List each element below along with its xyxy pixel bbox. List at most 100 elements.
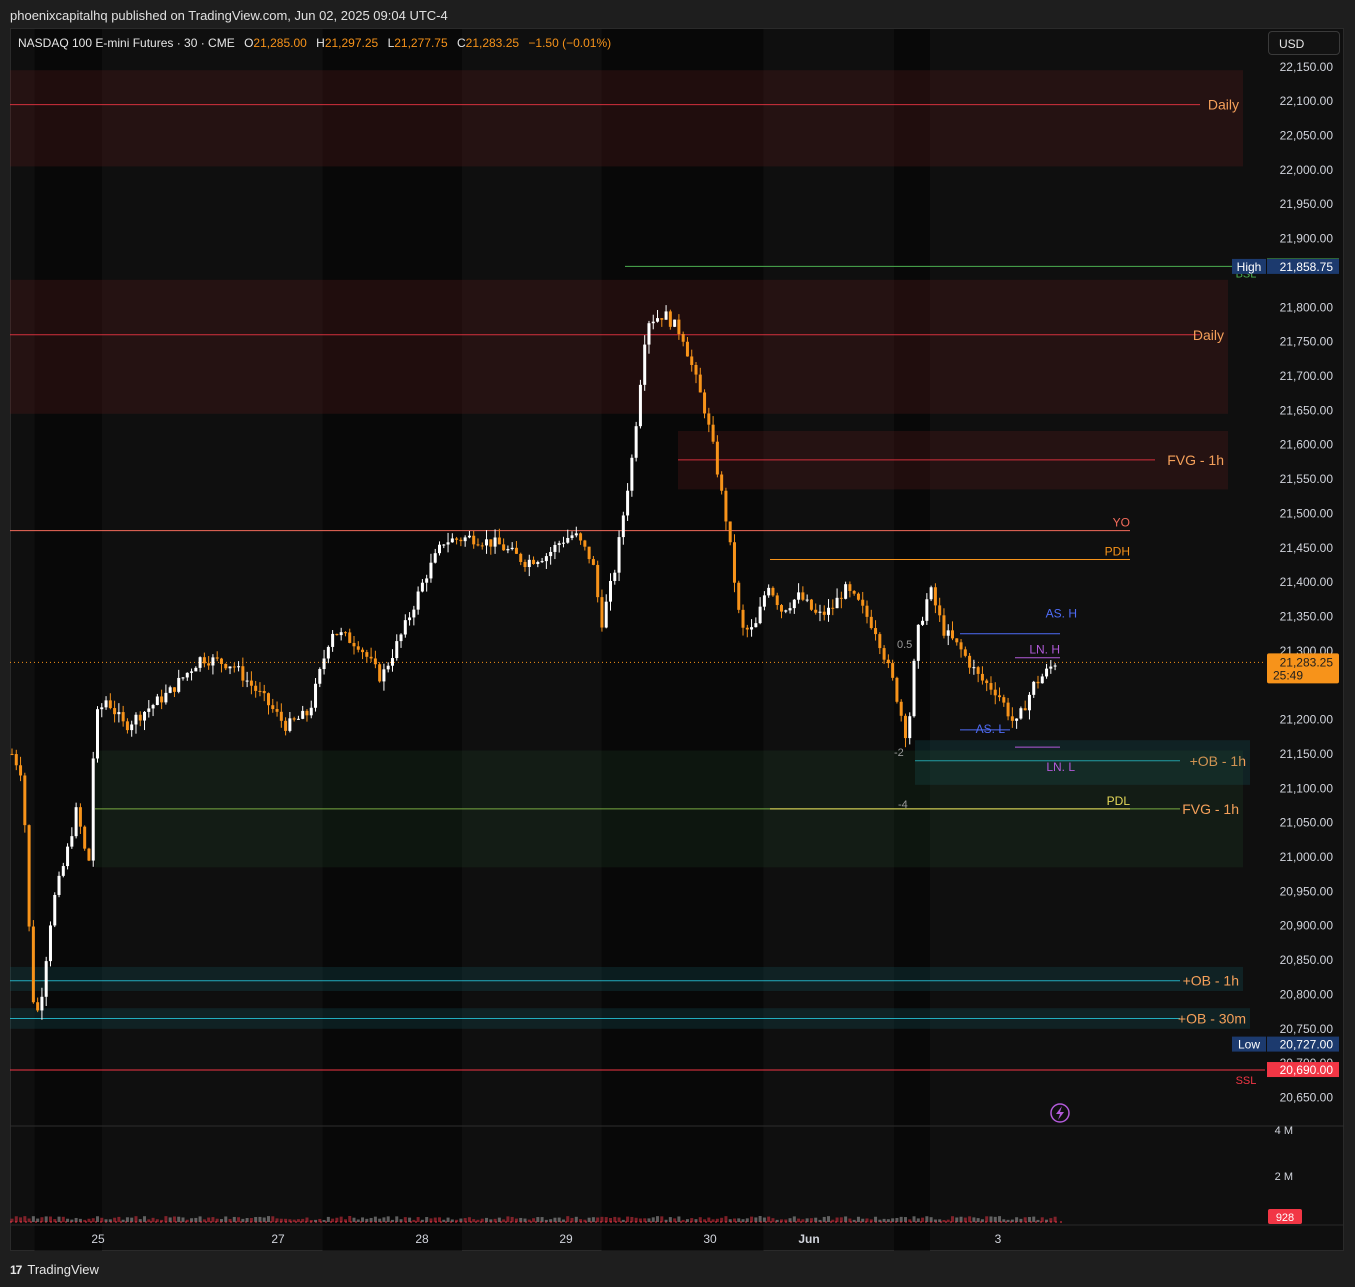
volume-bar <box>750 1216 754 1222</box>
volume-bar <box>245 1218 249 1222</box>
candle-body <box>583 540 587 547</box>
candle-body <box>523 561 527 568</box>
candle-body <box>1053 665 1057 667</box>
candle-body <box>664 311 668 320</box>
y-tick-label: 21,200.00 <box>1280 713 1334 727</box>
candle-body <box>728 521 732 543</box>
volume-bar <box>181 1217 185 1222</box>
volume-bar <box>788 1218 792 1222</box>
level-label: PDH <box>1105 544 1130 558</box>
volume-bar <box>386 1216 390 1222</box>
volume-tick-label: 2 M <box>1275 1171 1293 1183</box>
zone-box <box>10 279 1228 414</box>
candle-body <box>1006 702 1010 717</box>
candle-body <box>951 630 954 639</box>
candle-body <box>540 561 544 563</box>
volume-bar <box>510 1216 514 1222</box>
volume-bar <box>305 1217 309 1222</box>
volume-bar <box>382 1217 386 1222</box>
candle-body <box>1049 666 1053 669</box>
volume-bar <box>574 1216 578 1222</box>
y-tick-label: 21,400.00 <box>1280 575 1334 589</box>
y-tick-label: 21,550.00 <box>1280 472 1334 486</box>
candle-body <box>104 700 108 708</box>
volume-bar <box>711 1219 715 1222</box>
candle-body <box>292 718 296 720</box>
open-value: 21,285.00 <box>253 36 307 50</box>
candle-body <box>164 692 168 703</box>
candle-body <box>844 584 848 599</box>
y-tick-label: 21,900.00 <box>1280 232 1334 246</box>
candle-body <box>878 634 882 649</box>
candle-body <box>27 825 31 927</box>
candle-body <box>634 426 638 458</box>
candle-body <box>780 605 783 612</box>
candle-body <box>378 664 382 682</box>
volume-bar <box>604 1217 608 1222</box>
volume-bar <box>976 1218 980 1222</box>
volume-bar <box>916 1218 920 1222</box>
symbol-name[interactable]: NASDAQ 100 E-mini Futures · 30 · CME <box>18 36 235 50</box>
volume-bar <box>275 1218 279 1222</box>
candle-body <box>467 535 471 538</box>
volume-bar <box>429 1218 433 1222</box>
candle-body <box>271 705 275 710</box>
lightning-icon <box>1056 1106 1064 1120</box>
candle-body <box>976 667 980 674</box>
volume-bar <box>361 1217 365 1222</box>
volume-bar <box>224 1216 228 1222</box>
candle-body <box>955 638 959 643</box>
candle-body <box>929 587 933 600</box>
volume-bar <box>485 1217 489 1222</box>
candle-body <box>121 712 125 722</box>
volume-bar <box>40 1217 44 1222</box>
volume-bar <box>792 1216 796 1222</box>
candle-body <box>369 656 373 659</box>
x-tick-label: 3 <box>995 1232 1002 1246</box>
y-tick-label: 22,100.00 <box>1280 94 1334 108</box>
candle-body <box>66 846 70 867</box>
candle-body <box>96 709 99 759</box>
candle-body <box>113 708 117 715</box>
candle-body <box>861 599 865 606</box>
y-tick-label: 21,700.00 <box>1280 369 1334 383</box>
candle-body <box>874 628 878 635</box>
volume-bar <box>993 1216 997 1222</box>
candle-body <box>386 665 390 670</box>
candle-body <box>720 474 724 491</box>
candle-body <box>848 584 852 591</box>
volume-bar <box>643 1218 647 1222</box>
candle-body <box>801 592 805 600</box>
candle-body <box>130 724 134 731</box>
candle-body <box>331 633 335 647</box>
candle-body <box>1032 681 1036 695</box>
candle-body <box>519 553 523 562</box>
volume-bar <box>929 1217 933 1222</box>
candle-body <box>989 683 993 690</box>
volume-bar <box>100 1217 104 1222</box>
last-price-value: 21,283.25 <box>1280 655 1334 669</box>
volume-bar <box>989 1216 993 1222</box>
y-tick-label: 22,050.00 <box>1280 129 1334 143</box>
volume-bar <box>331 1218 335 1222</box>
volume-bar <box>523 1218 527 1222</box>
volume-bar <box>403 1217 407 1222</box>
candle-body <box>741 609 745 628</box>
volume-bar <box>121 1219 125 1222</box>
high-value: 21,297.25 <box>324 36 379 50</box>
price-chart[interactable]: Daily Daily FVG - 1h +OB - 1h FVG - 1h +OB - … <box>0 0 1355 1287</box>
candle-body <box>61 866 65 876</box>
low-value: 21,277.75 <box>394 36 448 50</box>
candle-body <box>609 580 612 602</box>
candle-body <box>656 318 660 322</box>
candle-body <box>1002 697 1006 703</box>
candle-body <box>899 701 903 716</box>
volume-bar <box>771 1218 775 1222</box>
volume-bar <box>972 1217 976 1222</box>
candle-body <box>249 680 253 686</box>
candle-body <box>134 714 138 725</box>
volume-bar <box>805 1218 809 1222</box>
volume-bar <box>698 1217 702 1222</box>
candle-body <box>412 609 416 618</box>
currency-button[interactable]: USD <box>1268 31 1340 55</box>
